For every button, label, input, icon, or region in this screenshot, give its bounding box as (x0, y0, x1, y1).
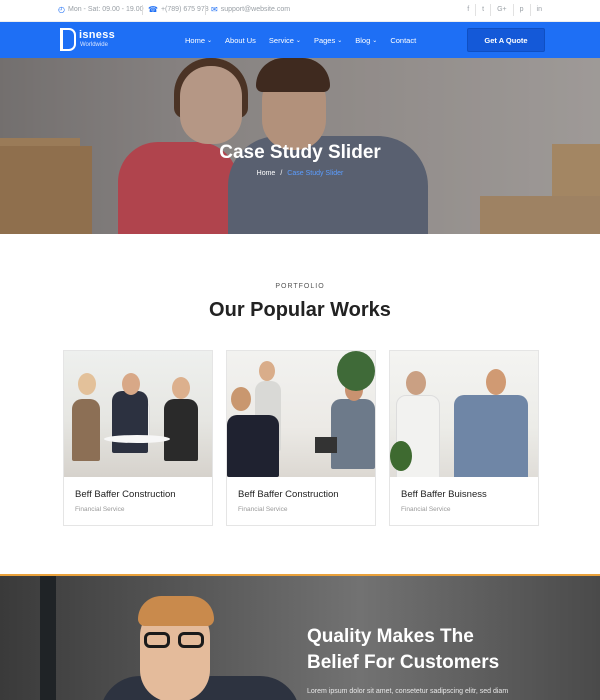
table-shape (104, 435, 170, 443)
person-shape (164, 399, 198, 461)
person-head (78, 373, 96, 395)
person-head (231, 387, 251, 411)
nav-item-label: Pages (313, 35, 336, 45)
chevron-down-icon: ⌄ (207, 37, 213, 44)
portfolio-card[interactable]: Beff Baffer Construction Financial Servi… (63, 350, 213, 526)
phone-icon: ☎ (148, 5, 158, 14)
card-title[interactable]: Beff Baffer Construction (238, 489, 339, 500)
section-kicker: PORTFOLIO (275, 283, 325, 290)
portfolio-card[interactable]: Beff Baffer Buisness Financial Service (389, 350, 539, 526)
twitter-icon[interactable]: t (475, 4, 490, 16)
quality-banner: Quality Makes The Belief For Customers L… (0, 574, 600, 700)
nav-item-service[interactable]: Service ⌄ (269, 36, 301, 45)
breadcrumb: Home / Case Study Slider (0, 170, 600, 177)
glasses-lens (144, 632, 170, 648)
pinterest-icon[interactable]: p (512, 4, 530, 16)
breadcrumb-separator: / (280, 170, 283, 177)
google-plus-icon[interactable]: G+ (490, 4, 513, 16)
nav-item-label: Service (268, 35, 294, 45)
linkedin-icon[interactable]: in (529, 4, 548, 16)
chevron-down-icon: ⌄ (372, 37, 378, 44)
nav-item-about[interactable]: About Us (225, 36, 256, 45)
nav-menu: Home ⌄ About Us Service ⌄ Pages ⌄ Blog ⌄… (185, 22, 429, 58)
glasses-shape (144, 632, 206, 650)
breadcrumb-home-link[interactable]: Home (257, 170, 276, 177)
card-title[interactable]: Beff Baffer Construction (75, 489, 176, 500)
nav-item-label: Home (185, 35, 206, 45)
main-navbar: isness Worldwide Home ⌄ About Us Service… (0, 22, 600, 58)
portfolio-image[interactable] (64, 351, 212, 477)
phone-info[interactable]: ☎ +(789) 675 978 (148, 5, 209, 14)
nav-item-home[interactable]: Home ⌄ (185, 36, 212, 45)
portrait-hair (138, 596, 214, 626)
nav-item-label: Contact (390, 35, 417, 45)
portfolio-card[interactable]: Beff Baffer Construction Financial Servi… (226, 350, 376, 526)
card-title[interactable]: Beff Baffer Buisness (401, 489, 487, 500)
portfolio-image[interactable] (390, 351, 538, 477)
card-subtitle: Financial Service (75, 506, 125, 513)
nav-item-label: About Us (225, 35, 256, 45)
divider (205, 5, 206, 15)
breadcrumb-current: Case Study Slider (287, 170, 344, 177)
quality-title-line: Belief For Customers (307, 652, 500, 673)
card-subtitle: Financial Service (401, 506, 451, 513)
nav-item-pages[interactable]: Pages ⌄ (314, 36, 342, 45)
glasses-lens (178, 632, 204, 648)
person-head (486, 369, 506, 395)
chevron-down-icon: ⌄ (337, 37, 343, 44)
person-head (122, 373, 140, 395)
person-shape (112, 391, 148, 453)
hours-text: Mon - Sat: 09.00 - 19.00 (67, 6, 144, 13)
logo-letter-mark (60, 28, 76, 51)
plant-shape (390, 441, 412, 471)
card-subtitle: Financial Service (238, 506, 288, 513)
person-head (406, 371, 426, 395)
top-info-bar: ◴ Mon - Sat: 09.00 - 19.00 ☎ +(789) 675 … (0, 0, 600, 22)
get-quote-button[interactable]: Get A Quote (467, 28, 545, 52)
clock-icon: ◴ (58, 5, 65, 14)
brand-logo[interactable]: isness Worldwide (60, 28, 120, 52)
section-title: Our Popular Works (209, 299, 391, 321)
person-shape (227, 415, 279, 477)
brand-tagline: Worldwide (80, 42, 108, 48)
person-shape (454, 395, 528, 477)
email-info[interactable]: ✉ support@website.com (211, 5, 290, 14)
brand-name: isness (79, 29, 116, 41)
person-head (259, 361, 275, 381)
nav-item-contact[interactable]: Contact (390, 36, 416, 45)
quality-title: Quality Makes The Belief For Customers (307, 624, 587, 676)
page-hero-banner: Case Study Slider Home / Case Study Slider (0, 58, 600, 234)
person-shape (72, 399, 100, 461)
nav-item-blog[interactable]: Blog ⌄ (355, 36, 377, 45)
quality-title-line: Quality Makes The (307, 626, 474, 647)
page-title: Case Study Slider (219, 142, 381, 163)
phone-text[interactable]: +(789) 675 978 (161, 6, 209, 13)
chevron-down-icon: ⌄ (295, 37, 301, 44)
portfolio-image[interactable] (227, 351, 375, 477)
person-head (172, 377, 190, 399)
nav-item-label: Blog (355, 35, 371, 45)
facebook-icon[interactable]: f (461, 4, 475, 16)
plant-shape (337, 351, 375, 391)
divider (142, 5, 143, 15)
email-text[interactable]: support@website.com (221, 6, 290, 13)
person-shape (331, 399, 375, 469)
background-pillar (40, 576, 56, 700)
hours-info: ◴ Mon - Sat: 09.00 - 19.00 (58, 5, 143, 14)
mail-icon: ✉ (211, 5, 218, 14)
social-links: f t G+ p in (461, 4, 548, 16)
laptop-shape (315, 437, 337, 453)
quality-text: Lorem ipsum dolor sit amet, consetetur s… (307, 688, 509, 695)
